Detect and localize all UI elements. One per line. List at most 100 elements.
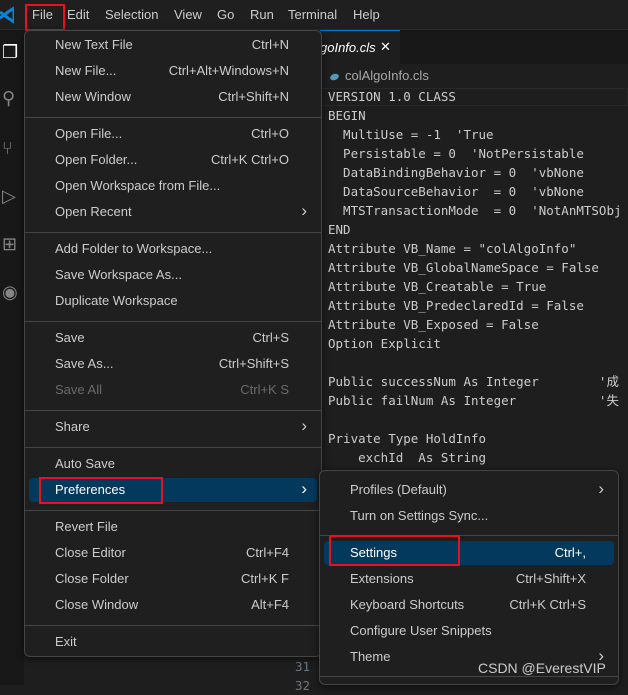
code-line: MultiUse = -1 'True <box>328 127 494 142</box>
preferences-annotation-box <box>39 477 163 504</box>
menu-selection[interactable]: Selection <box>105 7 158 22</box>
menu-item-shortcut: Ctrl+O <box>251 126 289 141</box>
menu-item-turn-on-settings-sync[interactable]: Turn on Settings Sync... <box>324 504 614 528</box>
menu-item-profiles-default[interactable]: Profiles (Default) › <box>324 478 614 502</box>
menu-item-new-window[interactable]: New Window Ctrl+Shift+N <box>29 85 317 109</box>
code-line: Attribute VB_GlobalNameSpace = False <box>328 260 599 275</box>
code-line: END <box>328 222 351 237</box>
menu-item-new-text-file[interactable]: New Text File Ctrl+N <box>29 33 317 57</box>
code-line: Public failNum As Integer '失 <box>328 393 619 408</box>
chevron-right-icon: › <box>301 416 307 435</box>
menu-separator <box>25 232 321 233</box>
menu-item-extensions[interactable]: Extensions Ctrl+Shift+X <box>324 567 614 591</box>
menu-terminal[interactable]: Terminal <box>288 7 337 22</box>
menu-edit[interactable]: Edit <box>67 7 89 22</box>
menu-item-shortcut: Ctrl+Shift+X <box>515 571 586 586</box>
code-line: VERSION 1.0 CLASS <box>328 89 456 104</box>
menu-item-shortcut: Ctrl+Shift+S <box>218 356 289 371</box>
code-line: Attribute VB_Exposed = False <box>328 317 539 332</box>
menu-help[interactable]: Help <box>353 7 380 22</box>
editor-tab[interactable]: goInfo.cls ✕ <box>320 30 400 64</box>
code-line: DataSourceBehavior = 0 'vbNone <box>328 184 584 199</box>
menu-separator <box>25 447 321 448</box>
file-menu: New Text File Ctrl+N New File... Ctrl+Alt+W… <box>24 30 322 657</box>
menu-item-configure-user-snippets[interactable]: Configure User Snippets <box>324 619 614 643</box>
menu-item-save-workspace-as[interactable]: Save Workspace As... <box>29 263 317 287</box>
menu-item-shortcut: Ctrl+Alt+Windows+N <box>168 63 289 78</box>
remote-icon[interactable]: ◉ <box>2 282 24 304</box>
menu-item-label: Profiles (Default) <box>350 482 447 497</box>
menu-run[interactable]: Run <box>250 7 274 22</box>
menu-item-open-recent[interactable]: Open Recent › <box>29 200 317 224</box>
menu-item-shortcut: Ctrl+K Ctrl+S <box>509 597 586 612</box>
preferences-submenu: Profiles (Default) › Turn on Settings Sync… <box>319 470 619 685</box>
code-line: Attribute VB_Creatable = True <box>328 279 547 294</box>
menu-item-close-window[interactable]: Close Window Alt+F4 <box>29 593 317 617</box>
menu-item-save-as[interactable]: Save As... Ctrl+Shift+S <box>29 352 317 376</box>
run-debug-icon[interactable]: ▷ <box>2 186 24 208</box>
menu-item-new-file[interactable]: New File... Ctrl+Alt+Windows+N <box>29 59 317 83</box>
menu-separator <box>25 625 321 626</box>
menu-item-shortcut: Ctrl+S <box>252 330 289 345</box>
code-line: MTSTransactionMode = 0 'NotAnMTSObj <box>328 203 622 218</box>
files-icon[interactable]: ❐ <box>2 42 24 64</box>
extensions-icon[interactable]: ⊞ <box>2 234 24 256</box>
menu-item-label: Open File... <box>55 126 123 141</box>
code-line: Attribute VB_Name = "colAlgoInfo" <box>328 241 577 256</box>
menu-item-label: Keyboard Shortcuts <box>350 597 465 612</box>
menu-item-share[interactable]: Share › <box>29 415 317 439</box>
menu-separator <box>320 676 618 677</box>
menu-item-shortcut: Ctrl+K F <box>240 571 289 586</box>
menu-item-label: New File... <box>55 63 117 78</box>
menu-item-revert-file[interactable]: Revert File <box>29 515 317 539</box>
menu-item-keyboard-shortcuts[interactable]: Keyboard Shortcuts Ctrl+K Ctrl+S <box>324 593 614 617</box>
menu-item-save-all[interactable]: Save All Ctrl+K S <box>29 378 317 402</box>
search-icon[interactable]: ⚲ <box>2 88 24 110</box>
menu-item-shortcut: Alt+F4 <box>251 597 289 612</box>
menu-item-label: Save Workspace As... <box>55 267 182 282</box>
menu-item-add-folder-to-workspace[interactable]: Add Folder to Workspace... <box>29 237 317 261</box>
code-line: Attribute VB_PredeclaredId = False <box>328 298 584 313</box>
file-type-icon <box>329 72 340 81</box>
menu-item-label: Open Recent <box>55 204 132 219</box>
menu-item-label: New Window <box>55 89 131 104</box>
menu-item-exit[interactable]: Exit <box>29 630 317 654</box>
activity-bar: ❐ ⚲ ⑂ ▷ ⊞ ◉ <box>0 30 24 685</box>
watermark: CSDN @EverestVIP <box>478 660 606 676</box>
file-menu-annotation-box <box>25 4 65 31</box>
menu-item-open-folder[interactable]: Open Folder... Ctrl+K Ctrl+O <box>29 148 317 172</box>
menu-item-save[interactable]: Save Ctrl+S <box>29 326 317 350</box>
menu-item-label: Extensions <box>350 571 414 586</box>
tab-label: goInfo.cls <box>320 40 376 55</box>
close-icon[interactable]: ✕ <box>380 39 391 55</box>
line-number: 32 <box>294 678 310 693</box>
menu-item-label: Close Editor <box>55 545 126 560</box>
chevron-right-icon: › <box>598 479 604 498</box>
menu-item-label: Revert File <box>55 519 118 534</box>
menu-item-label: Close Folder <box>55 571 129 586</box>
menu-item-label: Save All <box>55 382 102 397</box>
line-number: 31 <box>294 659 310 674</box>
menu-item-close-editor[interactable]: Close Editor Ctrl+F4 <box>29 541 317 565</box>
menu-item-label: New Text File <box>55 37 133 52</box>
menu-view[interactable]: View <box>174 7 202 22</box>
menu-item-shortcut: Ctrl+, <box>554 545 586 560</box>
menu-go[interactable]: Go <box>217 7 234 22</box>
menu-item-duplicate-workspace[interactable]: Duplicate Workspace <box>29 289 317 313</box>
menu-item-open-file[interactable]: Open File... Ctrl+O <box>29 122 317 146</box>
menu-item-label: Close Window <box>55 597 139 612</box>
code-line: Private Type HoldInfo <box>328 431 487 446</box>
menu-item-shortcut: Ctrl+K S <box>240 382 289 397</box>
settings-annotation-box <box>329 535 460 566</box>
menu-item-label: Auto Save <box>55 456 115 471</box>
menu-item-label: Open Folder... <box>55 152 138 167</box>
menu-separator <box>25 321 321 322</box>
menu-item-open-workspace-from-file[interactable]: Open Workspace from File... <box>29 174 317 198</box>
source-control-icon[interactable]: ⑂ <box>2 138 24 160</box>
breadcrumb-file: colAlgoInfo.cls <box>345 68 429 83</box>
menu-item-close-folder[interactable]: Close Folder Ctrl+K F <box>29 567 317 591</box>
menu-item-label: Share <box>55 419 90 434</box>
code-editor[interactable]: VERSION 1.0 CLASS BEGIN MultiUse = -1 'Tr… <box>328 87 622 467</box>
menu-item-auto-save[interactable]: Auto Save <box>29 452 317 476</box>
breadcrumb[interactable]: colAlgoInfo.cls <box>329 68 429 83</box>
